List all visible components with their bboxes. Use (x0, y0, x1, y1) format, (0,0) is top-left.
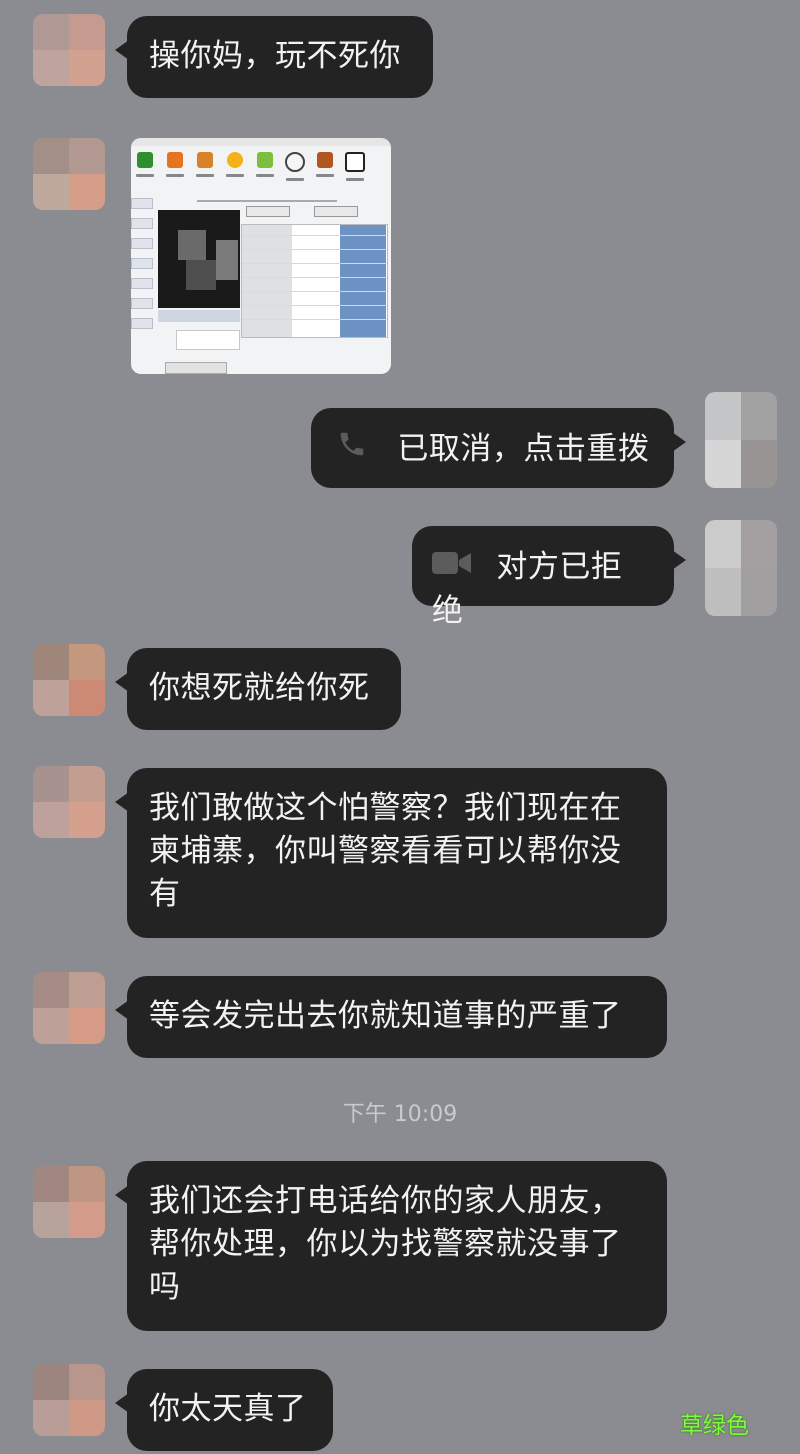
avatar[interactable] (705, 520, 777, 616)
avatar[interactable] (33, 644, 105, 716)
call-record-bubble[interactable]: 已取消，点击重拨 (311, 408, 686, 488)
message-text-line: 柬埔寨，你叫警察看看可以帮你没 (149, 833, 622, 869)
message-text-line: 有 (149, 876, 181, 912)
call-status-text: 已取消，点击重拨 (397, 431, 650, 467)
message-text: 操你妈，玩不死你 (149, 38, 401, 74)
screenshot-button (165, 362, 227, 374)
message-text-line: 我们敢做这个怕警察？我们现在在 (149, 790, 622, 826)
timestamp: 下午 10:09 (342, 1102, 458, 1127)
avatar[interactable] (705, 392, 777, 488)
message-text-line: 吗 (149, 1269, 181, 1305)
call-record-bubble[interactable]: 对方已拒绝 (412, 526, 686, 629)
video-camera-icon (432, 546, 472, 589)
watermark: 草绿色 (680, 1413, 749, 1439)
message-bubble[interactable]: 我们还会打电话给你的家人朋友， 帮你处理，你以为找警察就没事了 吗 (115, 1161, 667, 1331)
screenshot-slider (197, 200, 337, 202)
avatar[interactable] (33, 766, 105, 838)
message-text: 你想死就给你死 (149, 670, 370, 706)
avatar[interactable] (33, 1166, 105, 1238)
screenshot-table (241, 224, 388, 338)
message-text: 等会发完出去你就知道事的严重了 (149, 998, 622, 1034)
screenshot-toolbar (131, 148, 391, 188)
screenshot-button (246, 206, 290, 217)
screenshot-menubar (131, 138, 391, 146)
message-bubble[interactable]: 你想死就给你死 (115, 648, 401, 730)
screenshot-sidebar (131, 198, 153, 338)
screenshot-button (314, 206, 358, 217)
screenshot-field (176, 330, 240, 350)
message-text: 你太天真了 (149, 1391, 307, 1427)
message-bubble[interactable]: 操你妈，玩不死你 (115, 16, 433, 98)
avatar[interactable] (33, 14, 105, 86)
screenshot-player (158, 310, 240, 322)
message-bubble[interactable]: 你太天真了 (115, 1369, 333, 1451)
message-bubble[interactable]: 我们敢做这个怕警察？我们现在在 柬埔寨，你叫警察看看可以帮你没 有 (115, 768, 667, 938)
screenshot-video (158, 210, 240, 308)
avatar[interactable] (33, 1364, 105, 1436)
message-text-line: 我们还会打电话给你的家人朋友， (149, 1183, 622, 1219)
message-bubble[interactable]: 等会发完出去你就知道事的严重了 (115, 976, 667, 1058)
phone-icon (337, 428, 367, 471)
avatar[interactable] (33, 972, 105, 1044)
image-message-thumbnail[interactable] (131, 138, 391, 374)
message-text-line: 帮你处理，你以为找警察就没事了 (149, 1226, 622, 1262)
avatar[interactable] (33, 138, 105, 210)
